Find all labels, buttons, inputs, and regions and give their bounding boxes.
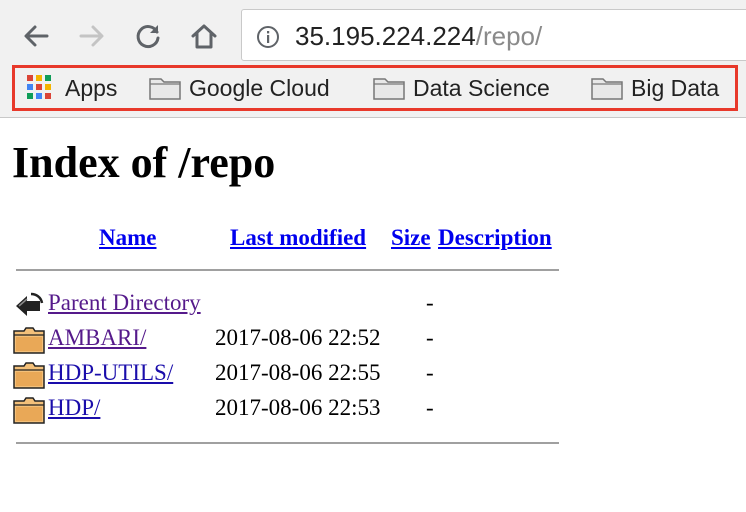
modified-date: 2017-08-06 22:53 bbox=[215, 395, 381, 420]
column-header-size[interactable]: Size bbox=[391, 224, 431, 252]
folder-link-hdp[interactable]: HDP/ bbox=[48, 394, 100, 422]
bookmark-label: Data Science bbox=[413, 74, 550, 101]
url-host: 35.195.224.224 bbox=[295, 21, 476, 51]
divider bbox=[16, 442, 559, 444]
bookmark-label: Google Cloud bbox=[189, 74, 330, 101]
url-text[interactable]: 35.195.224.224/repo/ bbox=[295, 20, 542, 52]
list-item: Parent Directory - bbox=[0, 287, 746, 321]
list-item: HDP/ 2017-08-06 22:53 - bbox=[0, 392, 746, 426]
folder-icon bbox=[591, 78, 623, 100]
apps-grid-icon bbox=[27, 75, 53, 101]
column-header-last-modified[interactable]: Last modified bbox=[230, 224, 366, 252]
bookmark-label: Apps bbox=[65, 74, 118, 101]
folder-icon bbox=[13, 397, 45, 424]
reload-icon bbox=[136, 25, 160, 48]
column-header-name[interactable]: Name bbox=[99, 224, 156, 252]
divider bbox=[16, 269, 559, 271]
reload-button[interactable] bbox=[130, 18, 166, 54]
file-size: - bbox=[426, 290, 434, 315]
url-path: /repo/ bbox=[475, 21, 543, 51]
back-button[interactable] bbox=[18, 18, 54, 54]
modified-date: 2017-08-06 22:55 bbox=[215, 360, 381, 385]
forward-button[interactable] bbox=[74, 18, 110, 54]
bookmark-google-cloud[interactable]: Google Cloud bbox=[149, 68, 330, 108]
folder-link-hdp-utils[interactable]: HDP-UTILS/ bbox=[48, 359, 173, 387]
folder-icon bbox=[149, 78, 181, 100]
parent-directory-link[interactable]: Parent Directory bbox=[48, 289, 201, 317]
folder-icon bbox=[373, 78, 405, 100]
parent-directory-icon bbox=[16, 292, 44, 316]
list-item: AMBARI/ 2017-08-06 22:52 - bbox=[0, 322, 746, 356]
address-bar[interactable]: 35.195.224.224/repo/ bbox=[241, 9, 746, 61]
info-icon[interactable] bbox=[256, 25, 280, 49]
back-arrow-icon bbox=[24, 25, 49, 47]
forward-arrow-icon bbox=[79, 25, 104, 47]
file-size: - bbox=[426, 395, 434, 420]
bookmark-label: Big Data bbox=[631, 74, 720, 101]
bookmark-big-data[interactable]: Big Data bbox=[591, 68, 719, 108]
modified-date: 2017-08-06 22:52 bbox=[215, 325, 381, 350]
browser-toolbar: 35.195.224.224/repo/ Apps Google Cloud D… bbox=[0, 0, 746, 118]
bookmark-apps[interactable]: Apps bbox=[27, 68, 117, 108]
column-header-description[interactable]: Description bbox=[438, 224, 552, 252]
folder-link-ambari[interactable]: AMBARI/ bbox=[48, 324, 146, 352]
home-icon bbox=[191, 24, 217, 49]
bookmarks-bar: Apps Google Cloud Data Science Big Data bbox=[12, 65, 738, 111]
file-size: - bbox=[426, 325, 434, 350]
file-size: - bbox=[426, 360, 434, 385]
folder-icon bbox=[13, 362, 45, 389]
home-button[interactable] bbox=[186, 18, 222, 54]
page-title: Index of /repo bbox=[12, 138, 276, 187]
list-item: HDP-UTILS/ 2017-08-06 22:55 - bbox=[0, 357, 746, 391]
bookmark-data-science[interactable]: Data Science bbox=[373, 68, 550, 108]
folder-icon bbox=[13, 327, 45, 354]
